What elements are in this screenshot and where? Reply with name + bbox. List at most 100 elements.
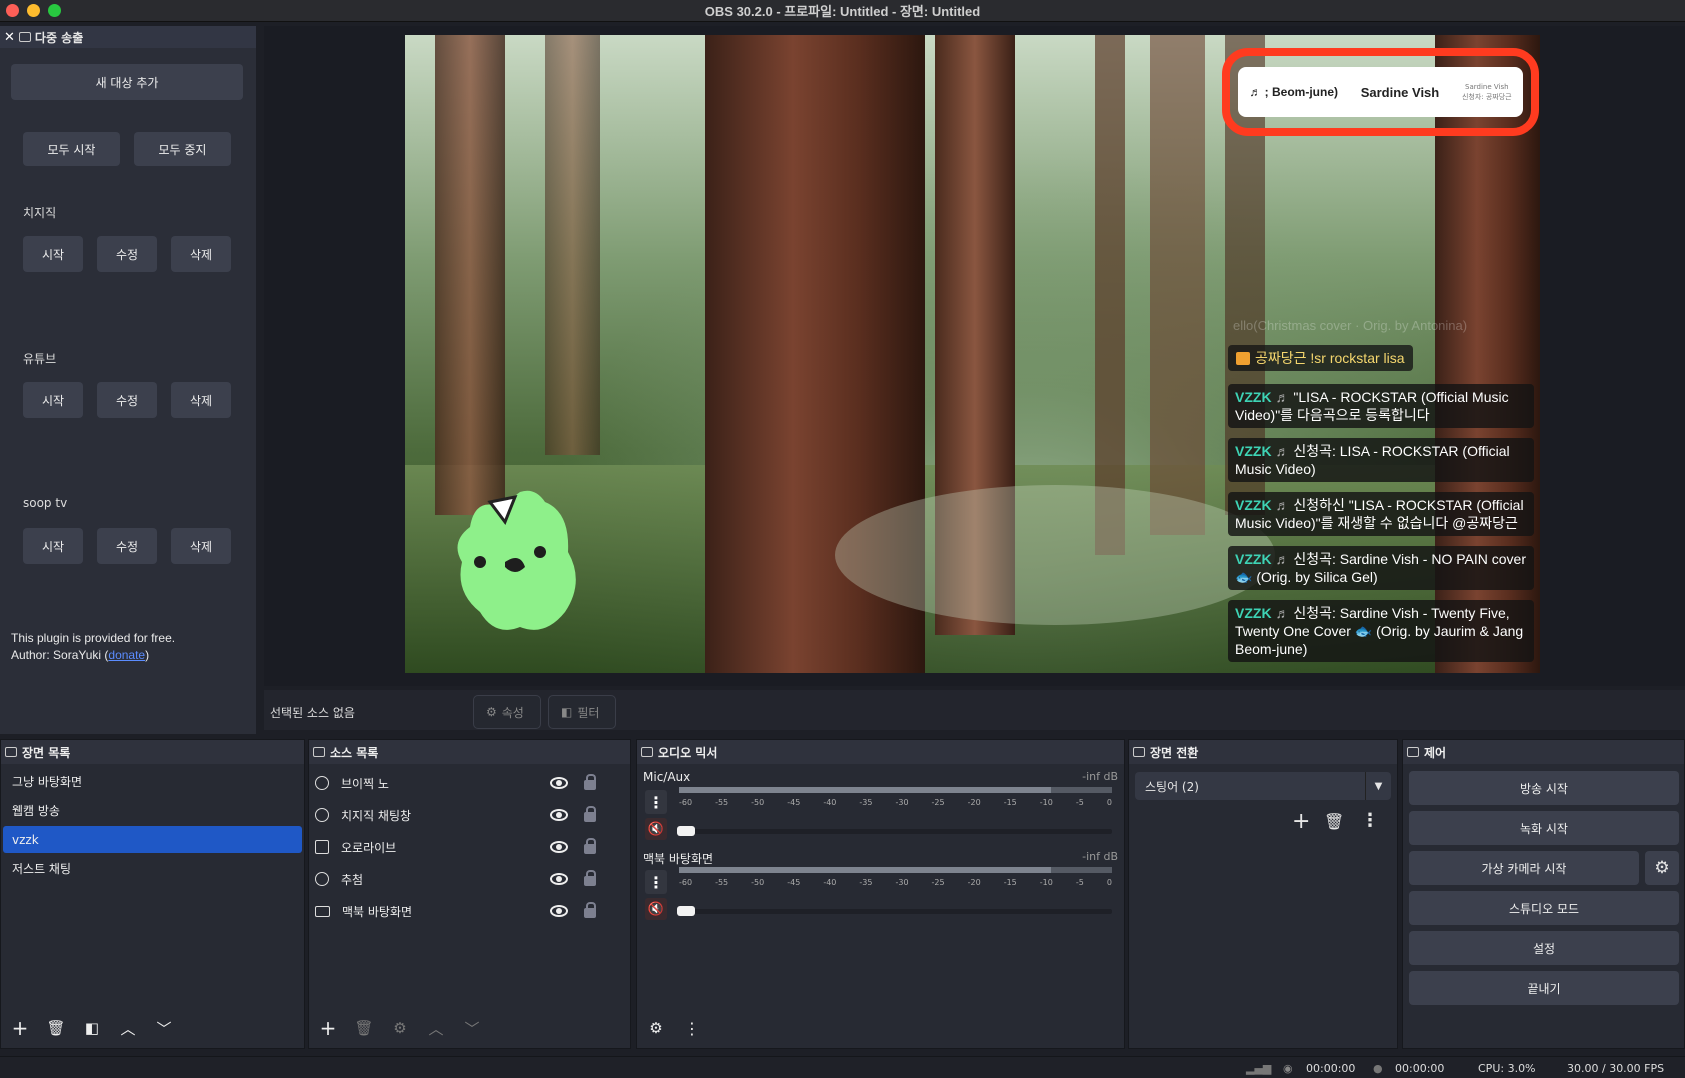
trash-icon[interactable]: 🗑 <box>45 1019 67 1037</box>
source-item[interactable]: 맥북 바탕화면 <box>315 896 620 926</box>
dock-float-icon[interactable] <box>641 747 653 757</box>
add-icon[interactable]: + <box>1292 809 1310 834</box>
plugin-author-line: Author: SoraYuki (donate) <box>11 647 175 664</box>
gear-icon[interactable]: ⚙ <box>389 1019 411 1037</box>
eye-icon[interactable] <box>550 873 568 885</box>
record-status-icon: ● <box>1373 1062 1383 1075</box>
lock-icon[interactable] <box>584 806 596 822</box>
virtual-camera-settings-gear-icon[interactable]: ⚙ <box>1645 851 1679 885</box>
dock-float-icon[interactable] <box>5 747 17 757</box>
more-options-icon[interactable]: ⋮ <box>681 1019 703 1038</box>
chat-message: VZZK ♬ 신청곡: LISA - ROCKSTAR (Official Mu… <box>1228 438 1534 482</box>
soop-edit-button[interactable]: 수정 <box>97 528 157 564</box>
sources-toolbar: + 🗑 ⚙ ︿ ﹀ <box>309 1008 630 1048</box>
youtube-edit-button[interactable]: 수정 <box>97 382 157 418</box>
youtube-delete-button[interactable]: 삭제 <box>171 382 231 418</box>
eye-icon[interactable] <box>550 809 568 821</box>
move-down-icon[interactable]: ﹀ <box>153 1018 175 1039</box>
advanced-audio-gear-icon[interactable]: ⚙ <box>645 1019 667 1037</box>
more-options-icon[interactable]: ⋮ <box>645 870 667 894</box>
lock-icon[interactable] <box>584 774 596 790</box>
stream-status-icon: ◉ <box>1283 1062 1293 1075</box>
scene-item[interactable]: 그냥 바탕화면 <box>3 768 302 795</box>
volume-slider[interactable] <box>683 909 1112 914</box>
chevron-down-icon[interactable]: ▼ <box>1365 772 1391 800</box>
chzzk-delete-button[interactable]: 삭제 <box>171 236 231 272</box>
tick-label: -15 <box>1003 798 1017 807</box>
muted-speaker-icon[interactable]: 🔇 <box>645 898 667 920</box>
filters-button[interactable]: ◧ 필터 <box>548 695 616 729</box>
lock-icon[interactable] <box>584 870 596 886</box>
source-item[interactable]: 치지직 채팅창 <box>315 800 620 830</box>
scene-item[interactable]: 저스트 채팅 <box>3 855 302 882</box>
eye-icon[interactable] <box>550 777 568 789</box>
multistream-title: 다중 송출 <box>34 30 84 45</box>
controls-dock: 제어 방송 시작 녹화 시작 가상 카메라 시작 ⚙ 스튜디오 모드 설정 끝내… <box>1402 739 1685 1049</box>
lock-icon[interactable] <box>584 838 596 854</box>
start-recording-button[interactable]: 녹화 시작 <box>1409 811 1679 845</box>
close-window-button[interactable] <box>6 4 19 17</box>
maximize-window-button[interactable] <box>48 4 61 17</box>
volume-slider-knob[interactable] <box>677 826 695 836</box>
lock-icon[interactable] <box>584 902 596 918</box>
source-item[interactable]: 오로라이브 <box>315 832 620 862</box>
move-up-icon[interactable]: ︿ <box>425 1018 447 1039</box>
muted-speaker-icon[interactable]: 🔇 <box>645 818 667 840</box>
volume-meter <box>679 867 1112 873</box>
close-icon[interactable]: ✕ <box>4 30 15 45</box>
more-options-icon[interactable]: ⋮ <box>645 790 667 814</box>
music-note-icon: ♬ <box>1275 551 1290 567</box>
volume-meter <box>679 787 1112 793</box>
tick-label: -35 <box>859 878 873 887</box>
add-icon[interactable]: + <box>9 1016 31 1040</box>
volume-slider-knob[interactable] <box>677 906 695 916</box>
start-streaming-button[interactable]: 방송 시작 <box>1409 771 1679 805</box>
trash-icon[interactable]: 🗑 <box>1324 812 1344 831</box>
more-options-icon[interactable]: ⋮ <box>1361 810 1379 831</box>
dock-float-icon[interactable] <box>1133 747 1145 757</box>
scene-item-selected[interactable]: vzzk <box>3 826 302 853</box>
chzzk-start-button[interactable]: 시작 <box>23 236 83 272</box>
volume-slider[interactable] <box>683 829 1112 834</box>
donate-link[interactable]: donate <box>108 648 145 662</box>
add-target-button[interactable]: 새 대상 추가 <box>11 64 243 100</box>
source-item[interactable]: 브이찍 노 <box>315 768 620 798</box>
source-item[interactable]: 추첨 <box>315 864 620 894</box>
fps-readout: 30.00 / 30.00 FPS <box>1567 1062 1665 1075</box>
tick-label: -5 <box>1075 878 1084 887</box>
tick-label: -10 <box>1039 798 1053 807</box>
youtube-start-button[interactable]: 시작 <box>23 382 83 418</box>
stop-all-button[interactable]: 모두 중지 <box>134 132 231 166</box>
channel-db: -inf dB <box>1082 770 1118 783</box>
music-note-icon: ♬ <box>1275 497 1290 513</box>
exit-button[interactable]: 끝내기 <box>1409 971 1679 1005</box>
settings-button[interactable]: 설정 <box>1409 931 1679 965</box>
dock-float-icon[interactable] <box>313 747 325 757</box>
soop-delete-button[interactable]: 삭제 <box>171 528 231 564</box>
minimize-window-button[interactable] <box>27 4 40 17</box>
eye-icon[interactable] <box>550 841 568 853</box>
studio-mode-button[interactable]: 스튜디오 모드 <box>1409 891 1679 925</box>
plugin-note: This plugin is provided for free. Author… <box>11 630 175 664</box>
move-up-icon[interactable]: ︿ <box>117 1018 139 1039</box>
start-virtual-camera-button[interactable]: 가상 카메라 시작 <box>1409 851 1639 885</box>
add-icon[interactable]: + <box>317 1016 339 1040</box>
trash-icon[interactable]: 🗑 <box>353 1019 375 1037</box>
chzzk-edit-button[interactable]: 수정 <box>97 236 157 272</box>
dock-float-icon[interactable] <box>1407 747 1419 757</box>
chat-source: VZZK <box>1235 551 1272 567</box>
chat-faded-line: ello(Christmas cover · Orig. by Antonina… <box>1233 318 1468 333</box>
eye-icon[interactable] <box>550 905 568 917</box>
mixer-channel: 맥북 바탕화면 -inf dB ⋮ -60 -55 -50 -45 -40 -35 -30-… <box>643 850 1118 926</box>
move-down-icon[interactable]: ﹀ <box>461 1018 483 1039</box>
properties-button[interactable]: ⚙ 속성 <box>473 695 541 729</box>
dock-float-icon[interactable] <box>18 32 31 42</box>
start-all-button[interactable]: 모두 시작 <box>23 132 120 166</box>
scene-item[interactable]: 웹캠 방송 <box>3 797 302 824</box>
chat-message: VZZK ♬ 신청곡: Sardine Vish - NO PAIN cover… <box>1228 546 1534 590</box>
soop-start-button[interactable]: 시작 <box>23 528 83 564</box>
globe-icon <box>315 776 329 790</box>
next-requester: 신청자: 공짜당근 <box>1461 93 1512 101</box>
transition-select[interactable]: 스팅어 (2) ▼ <box>1135 772 1391 800</box>
filter-icon[interactable]: ◧ <box>81 1019 103 1037</box>
